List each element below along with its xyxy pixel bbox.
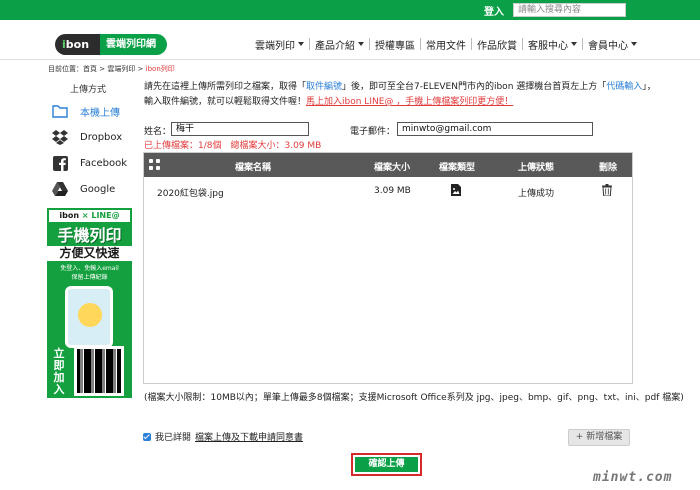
- grid-icon: [149, 159, 161, 171]
- nav-label: 雲端列印: [255, 40, 295, 52]
- agreement-row: 我已詳閱 檔案上傳及下載申請同意書: [143, 430, 303, 443]
- line-promo-banner[interactable]: ibon × LINE@ 手機列印 方便又快速 免登入、免輸入email 保留上傳…: [47, 208, 132, 398]
- sidebar-item-label: Dropbox: [80, 131, 123, 143]
- submit-upload-button[interactable]: 確認上傳: [351, 453, 422, 476]
- file-name: 2020紅包袋.jpg: [157, 189, 224, 199]
- col-header-size: 檔案大小: [374, 163, 411, 173]
- sidebar-item-google[interactable]: Google: [52, 179, 142, 199]
- breadcrumb-home[interactable]: 首頁: [83, 65, 97, 73]
- nav-label: 授權專區: [375, 40, 415, 52]
- login-link[interactable]: 登入: [484, 3, 504, 18]
- promo-headline: 手機列印: [57, 226, 122, 245]
- agree-checkbox[interactable]: [143, 432, 151, 441]
- col-header-status: 上傳狀態: [518, 163, 555, 173]
- nav-products[interactable]: 產品介紹: [310, 38, 370, 52]
- top-bar: 登入 請輸入搜尋內容: [0, 0, 700, 20]
- nav-member[interactable]: 會員中心: [583, 38, 642, 52]
- col-header-name: 檔案名稱: [235, 163, 272, 173]
- promo-cta: 立即加入: [53, 347, 65, 396]
- col-header-type: 檔案類型: [439, 163, 476, 173]
- nav-label: 客服中心: [528, 40, 568, 52]
- breadcrumb-section[interactable]: 雲端列印: [107, 65, 135, 73]
- nav-gallery[interactable]: 作品欣賞: [472, 38, 523, 52]
- sidebar-title: 上傳方式: [70, 85, 107, 95]
- promo-ibon: ibon: [59, 211, 80, 220]
- breadcrumb: 目前位置：首頁 > 雲端列印 > ibon列印: [48, 64, 175, 74]
- facebook-icon: [52, 155, 68, 171]
- trash-icon[interactable]: [602, 184, 612, 199]
- nav-cloud-print[interactable]: 雲端列印: [250, 38, 310, 52]
- intro-text: 請先在這裡上傳所需列印之檔案，取得「取件編號」後，即可至全台7-ELEVEN門市…: [144, 80, 664, 110]
- nav-license[interactable]: 授權專區: [370, 38, 421, 52]
- upload-status: 上傳成功: [518, 189, 555, 199]
- col-header-delete: 刪除: [599, 163, 618, 173]
- agree-text: 我已詳閱: [155, 433, 192, 443]
- file-size: 3.09 MB: [374, 186, 411, 196]
- breadcrumb-current: ibon列印: [145, 65, 175, 73]
- phone-illustration: [65, 286, 113, 348]
- promo-header: ibon × LINE@: [47, 208, 132, 224]
- chevron-down-icon: [571, 42, 577, 46]
- logo-mark: ibon: [55, 34, 100, 55]
- intro-part: 請先在這裡上傳所需列印之檔案，取得「: [144, 82, 307, 92]
- nav-documents[interactable]: 常用文件: [421, 38, 472, 52]
- search-input[interactable]: 請輸入搜尋內容: [513, 3, 626, 17]
- breadcrumb-sep: >: [135, 65, 146, 73]
- breadcrumb-prefix: 目前位置：: [48, 65, 83, 73]
- sidebar-item-label: Google: [80, 183, 116, 195]
- nav-label: 常用文件: [426, 40, 466, 52]
- email-label: 電子郵件：: [350, 127, 396, 137]
- table-header: 檔案名稱 檔案大小 檔案類型 上傳狀態 刪除: [144, 153, 632, 177]
- qr-code-pattern: [77, 349, 121, 393]
- file-table: 檔案名稱 檔案大小 檔案類型 上傳狀態 刪除 2020紅包袋.jpg 3.09 …: [143, 152, 633, 384]
- breadcrumb-sep: >: [97, 65, 108, 73]
- email-field[interactable]: minwto@gmail.com: [397, 122, 593, 136]
- chevron-down-icon: [631, 42, 637, 46]
- chevron-down-icon: [298, 42, 304, 46]
- main-nav: 雲端列印 產品介紹 授權專區 常用文件 作品欣賞 客服中心 會員中心: [250, 38, 642, 52]
- sidebar-item-local-upload[interactable]: 本機上傳: [52, 101, 142, 121]
- line-join-link[interactable]: 馬上加入ibon LINE@ ，手機上傳檔案列印更方便！: [306, 97, 513, 107]
- pickup-code-link[interactable]: 取件編號: [306, 82, 342, 92]
- sidebar-item-label: 本機上傳: [80, 107, 120, 119]
- table-row: 2020紅包袋.jpg 3.09 MB 上傳成功: [144, 177, 632, 203]
- nav-support[interactable]: 客服中心: [523, 38, 583, 52]
- nav-label: 會員中心: [588, 40, 628, 52]
- dropbox-icon: [52, 129, 68, 145]
- name-field[interactable]: 梅干: [171, 122, 309, 136]
- submit-upload-label: 確認上傳: [355, 457, 418, 472]
- promo-detail-2: 保留上傳紀錄: [71, 274, 108, 281]
- qr-code: [74, 346, 124, 396]
- intro-part: 」後，即可至全台7-ELEVEN門市內的ibon 選擇機台首頁左上方「: [342, 82, 607, 92]
- nav-label: 產品介紹: [315, 40, 355, 52]
- promo-line: × LINE@: [79, 211, 120, 220]
- code-input-link[interactable]: 代碼輸入: [606, 82, 642, 92]
- promo-subheadline: 方便又快速: [47, 246, 132, 261]
- google-drive-icon: [52, 181, 68, 197]
- upload-count: 已上傳檔案：1/8個 總檔案大小：3.09 MB: [144, 141, 322, 151]
- logo-bon: bon: [65, 38, 90, 51]
- sidebar-item-facebook[interactable]: Facebook: [52, 153, 142, 173]
- nav-label: 作品欣賞: [477, 40, 517, 52]
- folder-icon: [52, 103, 68, 119]
- ibon-logo[interactable]: ibon 雲端列印網: [55, 34, 167, 55]
- upload-limits-note: (檔案大小限制：10MB以內；單筆上傳最多8個檔案；支援Microsoft Of…: [144, 393, 684, 403]
- add-file-button[interactable]: + 新增檔案: [568, 429, 630, 446]
- promo-detail-1: 免登入、免輸入email: [60, 265, 119, 272]
- sidebar-item-dropbox[interactable]: Dropbox: [52, 127, 142, 147]
- image-file-icon: [451, 184, 461, 199]
- upload-cloud-icon: [78, 303, 102, 327]
- chevron-down-icon: [358, 42, 364, 46]
- agreement-link[interactable]: 檔案上傳及下載申請同意書: [195, 430, 303, 443]
- watermark: minwt.com: [593, 470, 673, 485]
- logo-tagline: 雲端列印網: [100, 34, 167, 55]
- sidebar-item-label: Facebook: [80, 157, 127, 169]
- promo-details: 免登入、免輸入email 保留上傳紀錄: [47, 264, 132, 282]
- name-label: 姓名：: [144, 127, 172, 137]
